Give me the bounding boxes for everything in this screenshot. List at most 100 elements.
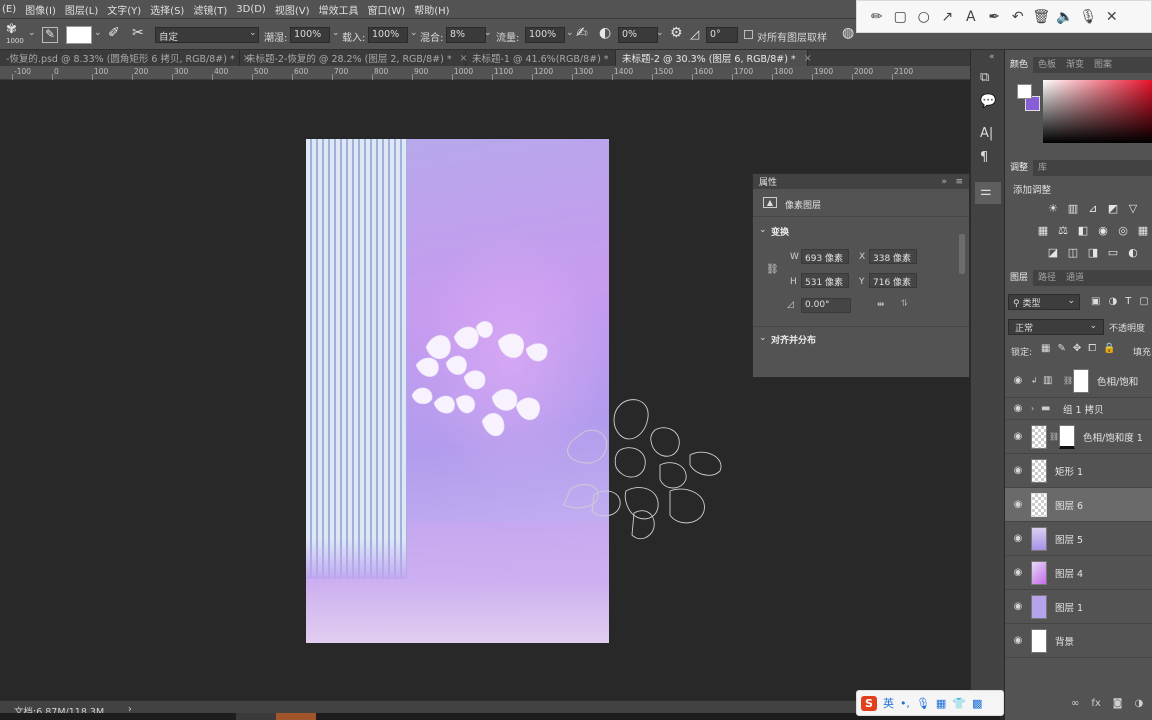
blend-mode-select[interactable]: 正常 ⌄ [1008,319,1104,335]
ime-mode[interactable]: 英 [883,695,894,711]
pen-icon[interactable]: ✏ [865,9,889,25]
load-field[interactable]: 100% [368,27,408,43]
sliders-icon[interactable]: ⚌ [980,184,992,199]
taskbar-item[interactable] [236,713,276,720]
foreground-color-swatch[interactable] [1017,84,1032,99]
menu-type[interactable]: 文字(Y) [107,2,141,17]
highlighter-icon[interactable]: ✒ [983,9,1007,25]
y-field[interactable]: 716 像素 [869,273,917,288]
comment-icon[interactable]: 💬 [980,94,996,109]
x-field[interactable]: 338 像素 [869,249,917,264]
close-icon[interactable]: × [804,53,812,64]
tab-swatches[interactable]: 色板 [1033,57,1061,73]
tab-doc-4-active[interactable]: 未标题-2 @ 30.3% (图层 6, RGB/8#) * × [616,50,812,66]
flow-field[interactable]: 100% [525,27,565,43]
smoothing-field[interactable]: 0% [618,27,658,43]
panel-menu-icon[interactable]: ≡ [955,177,963,187]
gradient-map-icon[interactable]: ▭ [1103,246,1123,260]
vibrance-icon[interactable]: ▽ [1123,202,1143,216]
eye-icon[interactable]: ◉ [1005,403,1031,414]
link-icon[interactable]: ⛓ [766,264,779,275]
collapse-icon[interactable]: « [989,52,995,62]
chevron-right-icon[interactable]: › [1031,404,1041,413]
fx-icon[interactable]: fx [1091,698,1100,709]
bw-icon[interactable]: ◧ [1073,224,1093,238]
chevron-down-icon[interactable]: ⌄ [484,28,492,38]
menu-select[interactable]: 选择(S) [150,2,184,17]
tab-paths[interactable]: 路径 [1033,270,1061,286]
chevron-down-icon[interactable]: ⌄ [410,28,418,38]
eye-icon[interactable]: ◉ [1005,533,1031,544]
chevron-down-icon[interactable]: ⌄ [94,28,102,38]
angle-field[interactable]: 0° [706,27,738,43]
gear-icon[interactable]: ⚙ [670,25,683,41]
lock-artboard-icon[interactable]: ⧠ [1088,343,1096,354]
menu-layer[interactable]: 图层(L) [65,2,98,17]
adjust-filter-icon[interactable]: ◑ [1108,296,1117,307]
invert-icon[interactable]: ◪ [1043,246,1063,260]
layer-row[interactable]: ◉ 图层 4 [1005,556,1152,590]
eye-icon[interactable]: ◉ [1005,567,1031,578]
document-canvas[interactable] [306,139,609,643]
layer-row[interactable]: ◉ 背景 [1005,624,1152,658]
chevron-down-icon[interactable]: ⌄ [332,28,340,38]
chevron-down-icon[interactable]: ⌄ [656,28,664,38]
eye-icon[interactable]: ◉ [1005,635,1031,646]
airbrush-icon[interactable]: ✍ [576,25,588,41]
mixer-icon[interactable]: ◎ [1113,224,1133,238]
eye-icon[interactable]: ◉ [1005,375,1031,386]
photo-filter-icon[interactable]: ◉ [1093,224,1113,238]
tab-doc-3[interactable]: 未标题-1 @ 41.6%(RGB/8#) *× [466,50,625,66]
tab-doc-2[interactable]: 未标题-2-恢复的 @ 28.2% (图层 2, RGB/8#) * × [240,50,468,66]
menu-edit[interactable]: (E) [2,4,16,15]
circle-icon[interactable]: ○ [912,9,936,25]
skin-icon[interactable]: 👕 [952,697,966,710]
tab-adjustments[interactable]: 调整 [1005,160,1034,176]
tab-doc-1[interactable]: -恢复的.psd @ 8.33% (圆角矩形 6 拷贝, RGB/8#) * × [0,50,251,66]
exposure-icon[interactable]: ◩ [1103,202,1123,216]
sample-all-checkbox[interactable] [744,30,753,39]
flip-horizontal-icon[interactable]: ⇹ [877,300,885,310]
text-icon[interactable]: A [959,9,983,25]
brush-panel-icon[interactable]: ✎ [42,27,58,43]
preset-select[interactable]: 自定 [155,27,259,43]
undo-icon[interactable]: ↶ [1006,9,1030,25]
trash-icon[interactable]: 🗑 [1030,9,1054,25]
lock-pixels-icon[interactable]: ▦ [1041,343,1050,354]
color-picker-field[interactable] [1043,80,1152,143]
menu-3d[interactable]: 3D(D) [236,4,266,15]
speaker-icon[interactable]: 🔈 [1053,9,1077,25]
keyboard-icon[interactable]: ▦ [936,697,946,710]
height-field[interactable]: 531 像素 [801,273,849,288]
menu-filter[interactable]: 滤镜(T) [193,2,227,17]
levels-icon[interactable]: ▥ [1063,202,1083,216]
menu-plugins[interactable]: 增效工具 [319,2,359,17]
microphone-icon[interactable]: 🎙 [916,697,930,710]
link-layers-icon[interactable]: ∞ [1071,698,1079,709]
selective-color-icon[interactable]: ◐ [1123,246,1143,260]
adjust-layer-icon[interactable]: ◑ [1135,698,1144,709]
tab-channels[interactable]: 通道 [1061,270,1089,286]
tab-color[interactable]: 颜色 [1005,57,1034,73]
brightness-icon[interactable]: ☀ [1043,202,1063,216]
tab-gradients[interactable]: 渐变 [1061,57,1089,73]
collapse-icon[interactable]: » [941,177,947,187]
menu-image[interactable]: 图像(I) [25,2,56,17]
chevron-down-icon[interactable]: ⌄ [759,225,767,235]
mixer-brush-icon[interactable]: ✾ [6,22,17,37]
pressure-icon[interactable]: ◍ [842,25,854,41]
lock-all-icon[interactable]: 🔒 [1103,343,1115,354]
taskbar-item[interactable] [276,713,316,720]
menu-view[interactable]: 视图(V) [275,2,310,17]
scrollbar-thumb[interactable] [959,234,965,274]
lookup-icon[interactable]: ▦ [1133,224,1152,238]
character-icon[interactable]: A| [980,126,993,141]
arrow-icon[interactable]: ↗ [936,9,960,25]
menu-window[interactable]: 窗口(W) [368,2,406,17]
chevron-down-icon[interactable]: ⌄ [759,333,767,343]
width-field[interactable]: 693 像素 [801,249,849,264]
history-icon[interactable]: ⧉ [980,70,989,85]
layer-row[interactable]: ◉ 矩形 1 [1005,454,1152,488]
eye-icon[interactable]: ◉ [1005,601,1031,612]
load-swatch[interactable] [66,26,92,44]
